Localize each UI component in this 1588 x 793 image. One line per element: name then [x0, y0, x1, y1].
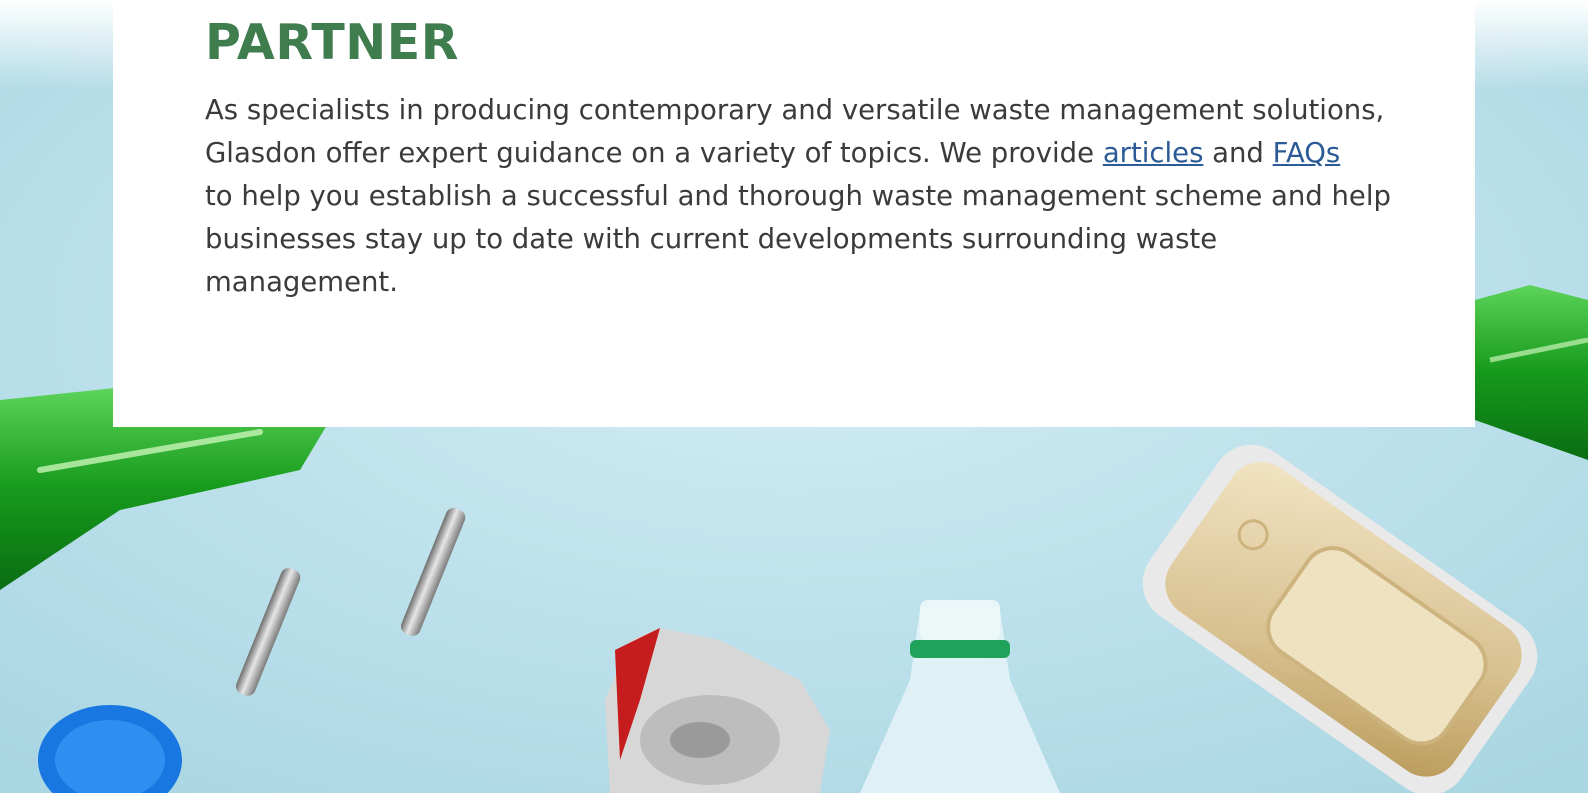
section-heading: PARTNER: [205, 14, 460, 71]
partner-content-card: PARTNER As specialists in producing cont…: [113, 0, 1475, 427]
faqs-link[interactable]: FAQs: [1273, 137, 1341, 169]
articles-link[interactable]: articles: [1103, 137, 1204, 169]
partner-description: As specialists in producing contemporary…: [205, 89, 1405, 304]
outro-text: to help you establish a successful and t…: [205, 180, 1391, 298]
and-text: and: [1212, 137, 1264, 169]
intro-text: As specialists in producing contemporary…: [205, 94, 1385, 169]
